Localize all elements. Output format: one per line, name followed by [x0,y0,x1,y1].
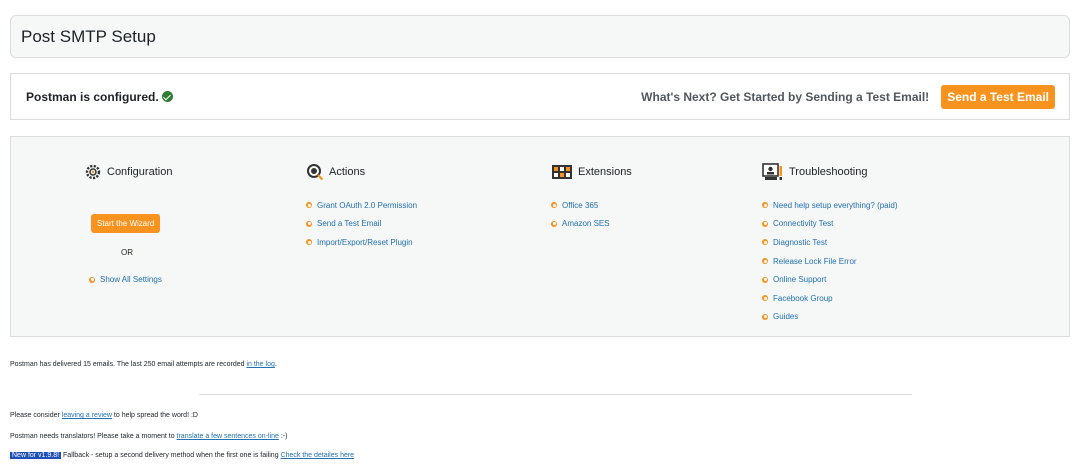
magnifier-icon [306,163,324,181]
trouble-label: Online Support [773,275,827,285]
trouble-label: Need help setup everything? (paid) [773,200,898,210]
new-feature-text: Fallback - setup a second delivery metho… [61,452,281,459]
troubleshooting-icon [762,163,784,181]
extension-amazon-ses[interactable]: Amazon SES [551,215,610,234]
extensions-grid-icon [551,163,573,181]
extension-label: Office 365 [562,200,599,210]
trouble-label: Connectivity Test [773,219,834,229]
next-steps: What's Next? Get Started by Sending a Te… [641,84,1055,109]
bullet-icon [306,220,312,227]
review-request: Please consider leaving a review to help… [10,412,198,419]
bullet-icon [762,258,768,265]
actions-title-text: Actions [329,166,366,178]
trouble-release-lock[interactable]: Release Lock File Error [762,252,898,271]
bullet-icon [306,202,312,209]
configuration-title-text: Configuration [107,166,173,178]
delivery-summary-text: Postman has delivered 15 emails. The las… [10,361,247,368]
translate-text: Postman needs translators! Please take a… [10,433,177,440]
extensions-list: Office 365 Amazon SES [551,196,610,233]
translate-link[interactable]: translate a few sentences on-line [177,433,279,440]
action-label: Import/Export/Reset Plugin [317,237,413,247]
trouble-diagnostic-test[interactable]: Diagnostic Test [762,233,898,252]
check-circle-icon [161,91,173,102]
trouble-label: Guides [773,312,799,322]
trouble-need-help[interactable]: Need help setup everything? (paid) [762,196,898,215]
trouble-label: Diagnostic Test [773,237,828,247]
log-link[interactable]: in the log [246,361,274,368]
extensions-title: Extensions [551,163,632,181]
or-separator: OR [121,248,133,257]
translate-text-end: :-) [278,433,288,440]
troubleshooting-list: Need help setup everything? (paid) Conne… [762,196,898,326]
review-text: Please consider [10,412,62,419]
troubleshooting-title-text: Troubleshooting [789,166,868,178]
start-wizard-button[interactable]: Start the Wizard [91,214,161,233]
extension-office-365[interactable]: Office 365 [551,196,610,215]
show-all-settings-link[interactable]: Show All Settings [89,275,162,284]
dashboard-panel: Configuration Start the Wizard OR Show A… [10,136,1070,337]
trouble-guides[interactable]: Guides [762,308,898,327]
new-feature-notice: New for v1.9.8! Fallback - setup a secon… [10,452,354,459]
bullet-icon [551,220,557,227]
bullet-icon [762,276,768,283]
configured-text: Postman is configured. [26,89,159,104]
trouble-label: Facebook Group [773,293,833,303]
new-version-badge: New for v1.9.8! [10,452,62,459]
action-grant-oauth[interactable]: Grant OAuth 2.0 Permission [306,196,417,215]
actions-list: Grant OAuth 2.0 Permission Send a Test E… [306,196,417,252]
troubleshooting-title: Troubleshooting [762,163,867,181]
bullet-icon [551,202,557,209]
status-bar: Postman is configured. What's Next? Get … [10,73,1070,120]
translators-request: Postman needs translators! Please take a… [10,433,287,440]
bullet-icon [762,239,768,246]
action-import-export-reset[interactable]: Import/Export/Reset Plugin [306,233,417,252]
delivery-summary-end: . [274,361,277,368]
action-label: Grant OAuth 2.0 Permission [317,200,418,210]
next-steps-text: What's Next? Get Started by Sending a Te… [641,89,930,104]
page-title: Post SMTP Setup [21,26,156,46]
configuration-title: Configuration [84,163,172,181]
trouble-facebook-group[interactable]: Facebook Group [762,289,898,308]
trouble-connectivity-test[interactable]: Connectivity Test [762,215,898,234]
extensions-title-text: Extensions [578,166,632,178]
bullet-icon [762,220,768,227]
bullet-icon [89,276,95,283]
gear-icon [84,163,102,181]
show-all-settings-text: Show All Settings [100,275,162,284]
review-text-end: to help spread the word! :D [111,412,198,419]
actions-title: Actions [306,163,365,181]
check-details-link[interactable]: Check the detailes here [281,452,355,459]
page-header: Post SMTP Setup [10,15,1070,58]
send-test-email-button[interactable]: Send a Test Email [941,84,1055,109]
configured-status: Postman is configured. [26,90,173,104]
action-label: Send a Test Email [317,219,382,229]
divider [199,394,912,395]
bullet-icon [762,313,768,320]
trouble-online-support[interactable]: Online Support [762,270,898,289]
action-send-test-email[interactable]: Send a Test Email [306,215,417,234]
bullet-icon [306,239,312,246]
leave-review-link[interactable]: leaving a review [62,412,112,419]
trouble-label: Release Lock File Error [773,256,857,266]
bullet-icon [762,202,768,209]
bullet-icon [762,295,768,302]
extension-label: Amazon SES [562,219,610,229]
delivery-summary: Postman has delivered 15 emails. The las… [10,361,277,368]
